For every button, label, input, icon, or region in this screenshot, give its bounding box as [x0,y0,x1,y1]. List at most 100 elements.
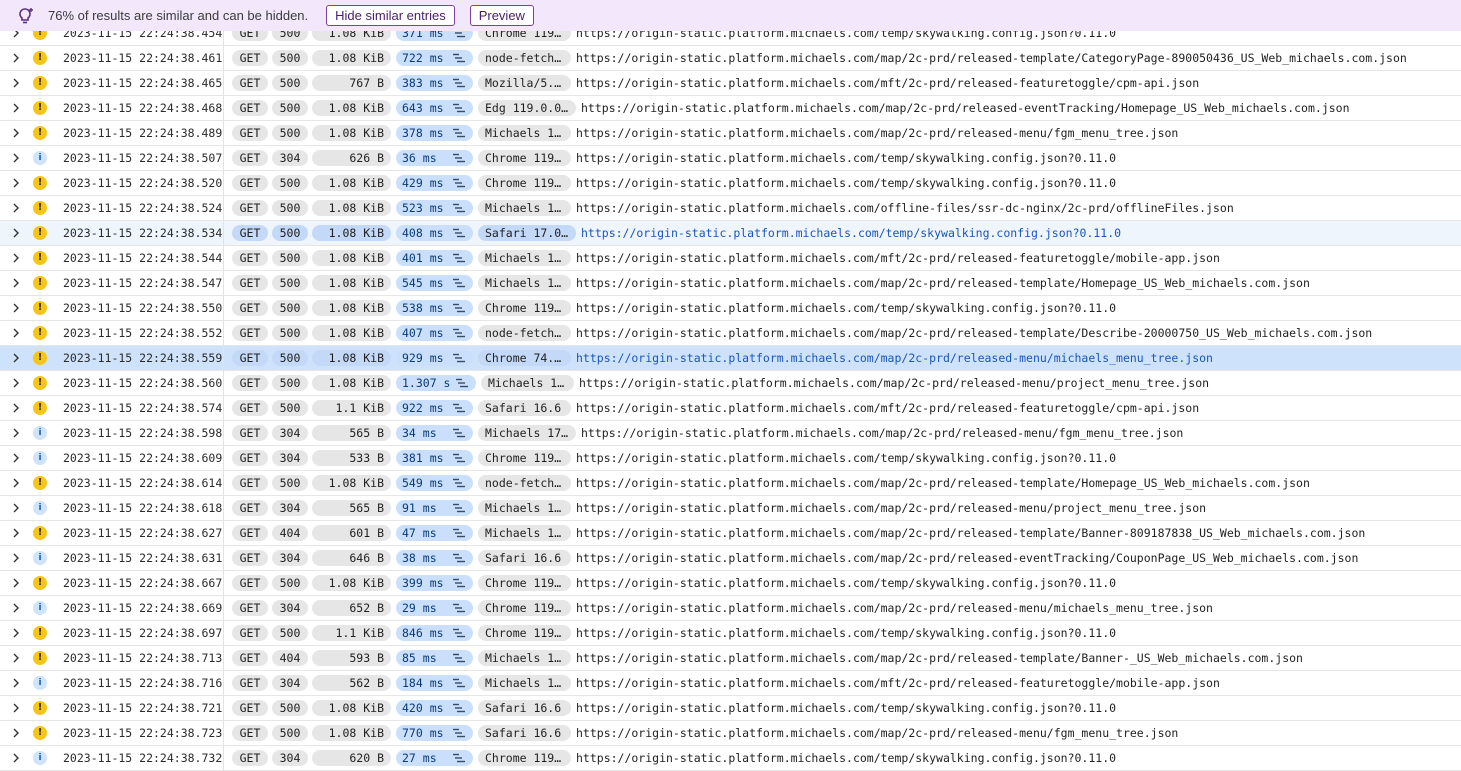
table-row[interactable]: i 2023-11-15 22:24:38.631 GET 304 646 B 38 ms… [0,546,1461,571]
duration-chip[interactable]: 91 ms [396,500,473,516]
table-row[interactable]: ! 2023-11-15 22:24:38.697 GET 500 1.1 KiB 846… [0,621,1461,646]
table-row[interactable]: ! 2023-11-15 22:24:38.461 GET 500 1.08 KiB 72… [0,46,1461,71]
table-row[interactable]: i 2023-11-15 22:24:38.669 GET 304 652 B 29 ms… [0,596,1461,621]
duration-chip[interactable]: 643 ms [396,100,473,116]
duration-chip[interactable]: 545 ms [396,275,473,291]
request-url[interactable]: https://origin-static.platform.michaels.… [576,651,1303,665]
request-url[interactable]: https://origin-static.platform.michaels.… [576,351,1213,365]
request-url[interactable]: https://origin-static.platform.michaels.… [576,51,1407,65]
table-row[interactable]: ! 2023-11-15 22:24:38.534 GET 500 1.08 KiB 40… [0,221,1461,246]
expand-chevron-icon[interactable] [11,253,21,263]
expand-chevron-icon[interactable] [11,78,21,88]
duration-chip[interactable]: 27 ms [396,750,473,766]
duration-chip[interactable]: 722 ms [396,50,473,66]
expand-chevron-icon[interactable] [11,278,21,288]
table-row[interactable]: i 2023-11-15 22:24:38.598 GET 304 565 B 34 ms… [0,421,1461,446]
duration-chip[interactable]: 401 ms [396,250,473,266]
table-row[interactable]: ! 2023-11-15 22:24:38.489 GET 500 1.08 KiB 37… [0,121,1461,146]
table-row[interactable]: ! 2023-11-15 22:24:38.550 GET 500 1.08 KiB 53… [0,296,1461,321]
request-url[interactable]: https://origin-static.platform.michaels.… [576,601,1213,615]
expand-chevron-icon[interactable] [11,753,21,763]
expand-chevron-icon[interactable] [11,453,21,463]
duration-chip[interactable]: 184 ms [396,675,473,691]
duration-chip[interactable]: 549 ms [396,475,473,491]
expand-chevron-icon[interactable] [11,178,21,188]
expand-chevron-icon[interactable] [11,328,21,338]
request-url[interactable]: https://origin-static.platform.michaels.… [576,76,1199,90]
expand-chevron-icon[interactable] [11,628,21,638]
request-url[interactable]: https://origin-static.platform.michaels.… [576,401,1199,415]
duration-chip[interactable]: 420 ms [396,700,473,716]
expand-chevron-icon[interactable] [11,128,21,138]
request-url[interactable]: https://origin-static.platform.michaels.… [576,576,1116,590]
table-row[interactable]: ! 2023-11-15 22:24:38.552 GET 500 1.08 KiB 40… [0,321,1461,346]
request-url[interactable]: https://origin-static.platform.michaels.… [576,726,1178,740]
table-row[interactable]: ! 2023-11-15 22:24:38.524 GET 500 1.08 KiB 52… [0,196,1461,221]
request-url[interactable]: https://origin-static.platform.michaels.… [576,301,1116,315]
request-url[interactable]: https://origin-static.platform.michaels.… [576,751,1116,765]
table-row[interactable]: i 2023-11-15 22:24:38.732 GET 304 620 B 27 ms… [0,746,1461,771]
expand-chevron-icon[interactable] [11,553,21,563]
table-row[interactable]: ! 2023-11-15 22:24:38.721 GET 500 1.08 KiB 42… [0,696,1461,721]
expand-chevron-icon[interactable] [11,503,21,513]
table-row[interactable]: ! 2023-11-15 22:24:38.547 GET 500 1.08 KiB 54… [0,271,1461,296]
request-url[interactable]: https://origin-static.platform.michaels.… [576,501,1206,515]
table-row[interactable]: ! 2023-11-15 22:24:38.713 GET 404 593 B 85 ms… [0,646,1461,671]
request-url[interactable]: https://origin-static.platform.michaels.… [576,551,1358,565]
expand-chevron-icon[interactable] [11,303,21,313]
duration-chip[interactable]: 399 ms [396,575,473,591]
request-url[interactable]: https://origin-static.platform.michaels.… [576,701,1116,715]
duration-chip[interactable]: 538 ms [396,300,473,316]
request-url[interactable]: https://origin-static.platform.michaels.… [576,526,1365,540]
duration-chip[interactable]: 36 ms [396,150,473,166]
request-url[interactable]: https://origin-static.platform.michaels.… [581,101,1350,115]
duration-chip[interactable]: 523 ms [396,200,473,216]
hide-similar-entries-button[interactable]: Hide similar entries [326,5,455,26]
request-url[interactable]: https://origin-static.platform.michaels.… [576,326,1372,340]
table-row[interactable]: ! 2023-11-15 22:24:38.560 GET 500 1.08 KiB 1.… [0,371,1461,396]
expand-chevron-icon[interactable] [11,203,21,213]
duration-chip[interactable]: 378 ms [396,125,473,141]
request-url[interactable]: https://origin-static.platform.michaels.… [576,126,1178,140]
request-url[interactable]: https://origin-static.platform.michaels.… [576,176,1116,190]
duration-chip[interactable]: 383 ms [396,75,473,91]
preview-button[interactable]: Preview [469,5,534,26]
expand-chevron-icon[interactable] [11,478,21,488]
expand-chevron-icon[interactable] [11,103,21,113]
table-row[interactable]: i 2023-11-15 22:24:38.716 GET 304 562 B 184 m… [0,671,1461,696]
table-row[interactable]: ! 2023-11-15 22:24:38.667 GET 500 1.08 KiB 39… [0,571,1461,596]
expand-chevron-icon[interactable] [11,403,21,413]
expand-chevron-icon[interactable] [11,703,21,713]
duration-chip[interactable]: 34 ms [396,425,473,441]
duration-chip[interactable]: 408 ms [396,225,473,241]
expand-chevron-icon[interactable] [11,653,21,663]
expand-chevron-icon[interactable] [11,153,21,163]
request-url[interactable]: https://origin-static.platform.michaels.… [576,626,1116,640]
expand-chevron-icon[interactable] [11,578,21,588]
duration-chip[interactable]: 429 ms [396,175,473,191]
table-row[interactable]: ! 2023-11-15 22:24:38.614 GET 500 1.08 KiB 54… [0,471,1461,496]
expand-chevron-icon[interactable] [11,228,21,238]
expand-chevron-icon[interactable] [11,53,21,63]
request-url[interactable]: https://origin-static.platform.michaels.… [576,676,1220,690]
request-url[interactable]: https://origin-static.platform.michaels.… [581,226,1121,240]
duration-chip[interactable]: 846 ms [396,625,473,641]
request-url[interactable]: https://origin-static.platform.michaels.… [576,201,1234,215]
table-row[interactable]: i 2023-11-15 22:24:38.507 GET 304 626 B 36 ms… [0,146,1461,171]
expand-chevron-icon[interactable] [11,728,21,738]
duration-chip[interactable]: 85 ms [396,650,473,666]
request-url[interactable]: https://origin-static.platform.michaels.… [576,276,1310,290]
table-row[interactable]: ! 2023-11-15 22:24:38.544 GET 500 1.08 KiB 40… [0,246,1461,271]
duration-chip[interactable]: 47 ms [396,525,473,541]
request-url[interactable]: https://origin-static.platform.michaels.… [579,376,1209,390]
duration-chip[interactable]: 922 ms [396,400,473,416]
table-row[interactable]: ! 2023-11-15 22:24:38.520 GET 500 1.08 KiB 42… [0,171,1461,196]
request-url[interactable]: https://origin-static.platform.michaels.… [576,451,1116,465]
request-url[interactable]: https://origin-static.platform.michaels.… [576,251,1220,265]
expand-chevron-icon[interactable] [11,428,21,438]
table-row[interactable]: i 2023-11-15 22:24:38.609 GET 304 533 B 381 m… [0,446,1461,471]
expand-chevron-icon[interactable] [11,678,21,688]
duration-chip[interactable]: 1.307 s [396,375,476,391]
expand-chevron-icon[interactable] [11,528,21,538]
table-row[interactable]: ! 2023-11-15 22:24:38.465 GET 500 767 B 383 m… [0,71,1461,96]
